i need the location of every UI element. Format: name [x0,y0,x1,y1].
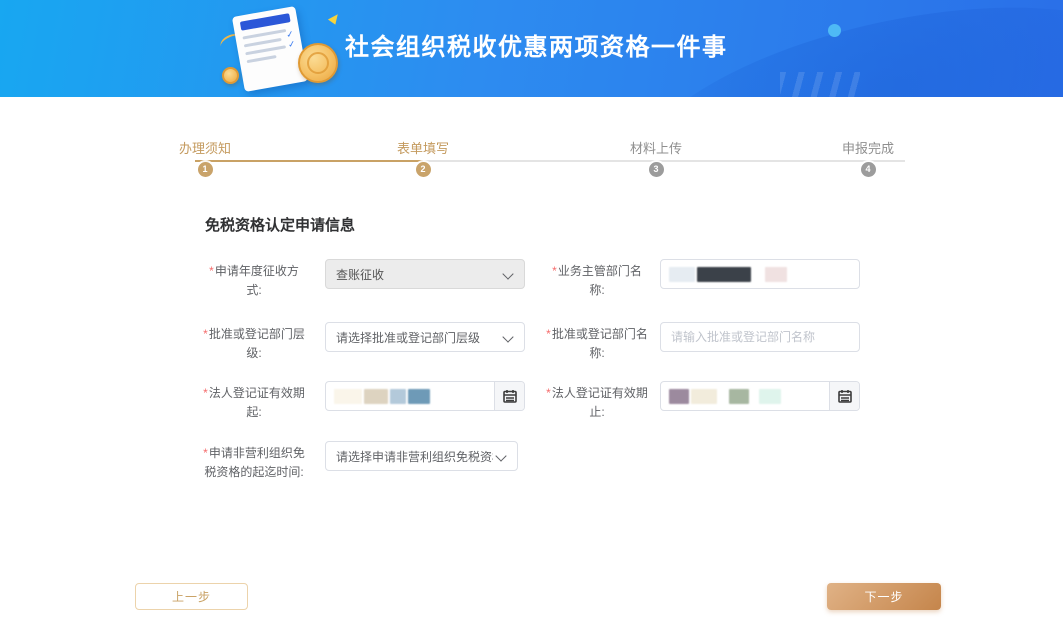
step-number-badge: 3 [649,162,664,177]
approve-dept-level-label: *批准或登记部门层 级: [198,325,310,363]
required-asterisk: * [203,327,208,341]
step-label: 办理须知 [160,138,250,157]
required-asterisk: * [552,264,557,278]
step-number-badge: 2 [416,162,431,177]
calendar-icon[interactable] [829,382,859,410]
exempt-period-label: *申请非营利组织免 税资格的起迄时间: [198,444,310,482]
exempt-period-placeholder: 请选择申请非营利组织免税资格的起讫 [326,448,493,465]
supervisor-dept-label: *业务主管部门名 称: [542,262,652,300]
form-row: *申请年度征收方 式: 查账征收 *业务主管部门名 称: [0,259,1063,293]
form-section-title: 免税资格认定申请信息 [205,214,355,235]
required-asterisk: * [546,327,551,341]
required-asterisk: * [203,386,208,400]
next-step-button[interactable]: 下一步 [827,583,941,610]
supervisor-dept-input[interactable] [660,259,860,289]
redacted-value [661,389,829,404]
levy-method-value: 查账征收 [326,266,500,283]
cert-valid-from-datepicker[interactable] [325,381,525,411]
approve-dept-name-field [660,322,860,352]
step-label: 表单填写 [378,138,468,157]
cert-valid-to-datepicker[interactable] [660,381,860,411]
chevron-down-icon [493,442,517,470]
redacted-value [661,267,859,282]
document-icon: ✓✓ [232,6,308,92]
step-number-badge: 4 [861,162,876,177]
spark-icon [328,11,341,24]
banner-dot-decoration [828,24,841,37]
required-asterisk: * [546,386,551,400]
page: ✓✓ 社会组织税收优惠两项资格一件事 办理须知 1 表单填写 2 材料上传 3 … [0,0,1063,620]
coin-small-icon [222,67,239,84]
banner-stripes-decoration [780,72,860,97]
step-label: 材料上传 [611,138,701,157]
required-asterisk: * [203,446,208,460]
levy-method-select[interactable]: 查账征收 [325,259,525,289]
redacted-value [326,389,494,404]
approve-dept-level-placeholder: 请选择批准或登记部门层级 [326,329,500,346]
step-material-upload: 材料上传 3 [611,138,701,177]
cert-valid-to-label: *法人登记证有效期 止: [542,384,652,422]
cert-valid-from-label: *法人登记证有效期 起: [198,384,310,422]
approve-dept-level-select[interactable]: 请选择批准或登记部门层级 [325,322,525,352]
chevron-down-icon [500,260,524,288]
document-coins-illustration: ✓✓ [210,5,350,95]
approve-dept-name-input[interactable] [661,323,859,351]
step-number-badge: 1 [198,162,213,177]
calendar-icon[interactable] [494,382,524,410]
header-banner: ✓✓ 社会组织税收优惠两项资格一件事 [0,0,1063,97]
form-row: *批准或登记部门层 级: 请选择批准或登记部门层级 *批准或登记部门名 称: [0,322,1063,356]
chevron-down-icon [500,323,524,351]
step-label: 申报完成 [823,138,913,157]
coin-icon [298,43,338,83]
form-row: *申请非营利组织免 税资格的起迄时间: 请选择申请非营利组织免税资格的起讫 [0,441,1063,475]
exempt-period-select[interactable]: 请选择申请非营利组织免税资格的起讫 [325,441,518,471]
required-asterisk: * [209,264,214,278]
step-notice: 办理须知 1 [160,138,250,177]
previous-step-button[interactable]: 上一步 [135,583,248,610]
levy-method-label: *申请年度征收方 式: [198,262,310,300]
page-title: 社会组织税收优惠两项资格一件事 [345,27,728,62]
step-declaration-done: 申报完成 4 [823,138,913,177]
step-form-fill: 表单填写 2 [378,138,468,177]
approve-dept-name-label: *批准或登记部门名 称: [542,325,652,363]
form-row: *法人登记证有效期 起: *法人登记证有效期 止: [0,381,1063,415]
